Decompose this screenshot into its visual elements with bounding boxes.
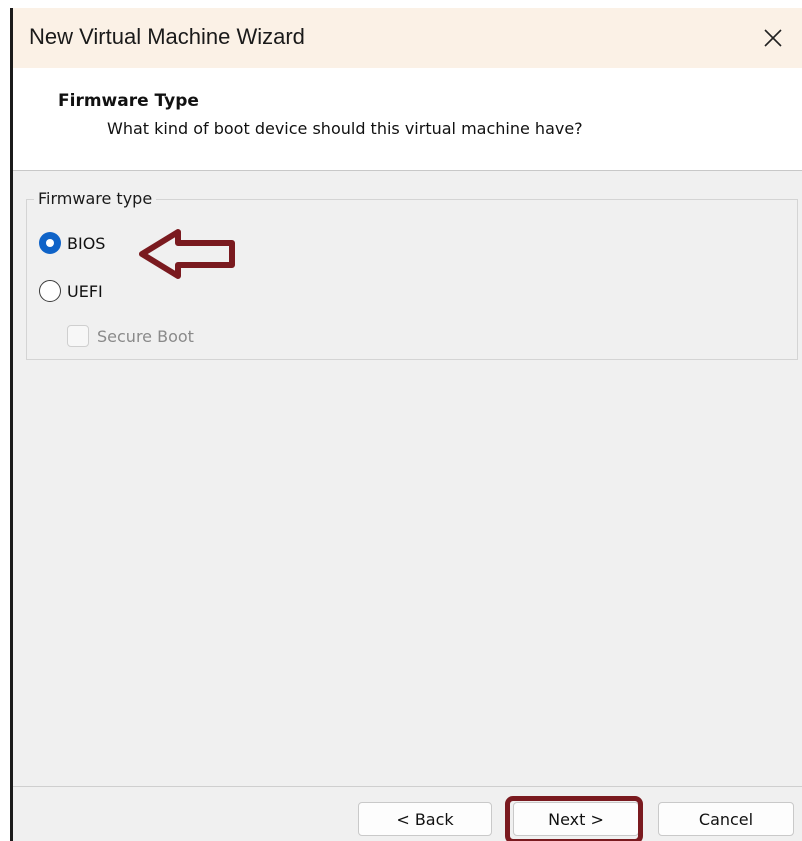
uefi-label: UEFI [67,281,103,301]
radio-option-uefi[interactable]: UEFI [39,280,103,302]
title-bar[interactable]: New Virtual Machine Wizard [13,8,802,68]
left-arrow-annotation-icon [139,229,235,279]
page-subtitle: What kind of boot device should this vir… [107,119,583,138]
next-button[interactable]: Next > [513,802,639,836]
radio-option-bios[interactable]: BIOS [39,232,105,254]
window-title: New Virtual Machine Wizard [29,24,305,49]
back-button[interactable]: < Back [358,802,492,836]
close-icon [764,29,782,47]
secure-boot-checkbox[interactable] [67,325,89,347]
firmware-type-legend: Firmware type [34,189,157,208]
screen: New Virtual Machine Wizard Firmware Type… [0,0,802,841]
page-title: Firmware Type [58,91,199,111]
close-button[interactable] [744,8,802,68]
uefi-radio-button[interactable] [39,280,61,302]
secure-boot-label: Secure Boot [97,326,194,346]
footer-divider [13,786,802,787]
cancel-button[interactable]: Cancel [658,802,794,836]
secure-boot-option[interactable]: Secure Boot [67,325,194,347]
bios-radio-button[interactable] [39,232,61,254]
bios-label: BIOS [67,233,106,253]
wizard-window: New Virtual Machine Wizard Firmware Type… [13,8,802,841]
wizard-header: Firmware Type What kind of boot device s… [13,68,802,171]
